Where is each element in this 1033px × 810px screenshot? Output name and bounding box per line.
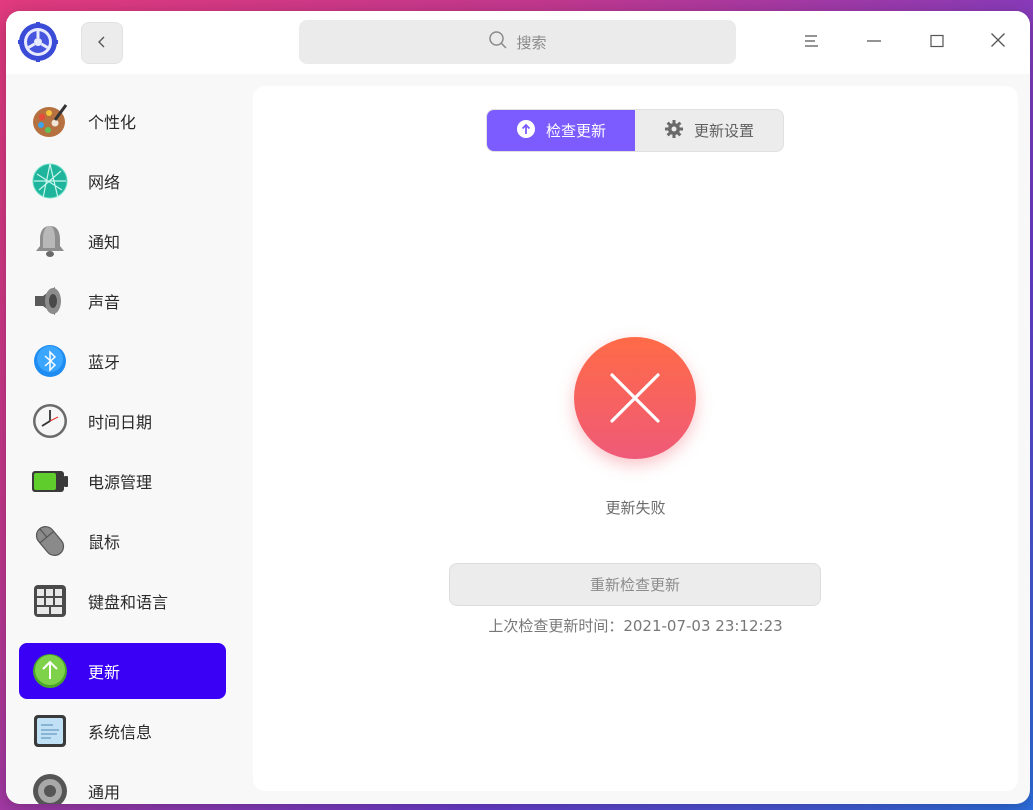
last-check-time: 上次检查更新时间：2021-07-03 23:12:23 — [488, 617, 783, 635]
sidebar-item-mouse[interactable]: 鼠标 — [19, 513, 226, 569]
sidebar-item-sound[interactable]: 声音 — [19, 273, 226, 329]
sidebar-item-label: 通知 — [88, 233, 121, 252]
chevron-left-icon — [95, 34, 109, 53]
system-info-icon — [31, 712, 69, 750]
update-failed-icon — [574, 337, 696, 459]
upload-arrow-icon — [516, 119, 536, 143]
sidebar-item-system-info[interactable]: 系统信息 — [19, 703, 226, 759]
close-icon — [990, 32, 1006, 52]
sidebar-item-keyboard[interactable]: 键盘和语言 — [19, 573, 226, 629]
bluetooth-icon — [31, 342, 69, 380]
sidebar-item-update[interactable]: 更新 — [19, 643, 226, 699]
sidebar-item-label: 网络 — [88, 173, 121, 192]
sidebar-item-datetime[interactable]: 时间日期 — [19, 393, 226, 449]
update-status-text: 更新失败 — [605, 499, 666, 517]
sidebar-item-label: 电源管理 — [88, 473, 153, 492]
maximize-button[interactable] — [922, 27, 952, 57]
search-icon — [488, 30, 508, 54]
general-gear-icon — [31, 772, 69, 804]
sidebar-item-label: 更新 — [88, 663, 121, 682]
network-icon — [31, 162, 69, 200]
sidebar-item-label: 鼠标 — [88, 533, 121, 552]
recheck-update-button[interactable]: 重新检查更新 — [449, 563, 821, 606]
sidebar-item-bluetooth[interactable]: 蓝牙 — [19, 333, 226, 389]
sidebar-item-notification[interactable]: 通知 — [19, 213, 226, 269]
personalization-icon — [31, 102, 69, 140]
search-input[interactable]: 搜索 — [299, 20, 736, 64]
update-arrow-icon — [31, 652, 69, 690]
control-center-logo-icon — [18, 22, 58, 62]
sidebar-item-network[interactable]: 网络 — [19, 153, 226, 209]
speaker-icon — [31, 282, 69, 320]
sidebar-item-personalization[interactable]: 个性化 — [19, 93, 226, 149]
mouse-icon — [31, 522, 69, 560]
update-tabs: 检查更新 更新设置 — [486, 109, 784, 152]
clock-icon — [31, 402, 69, 440]
titlebar: 搜索 — [6, 11, 1030, 74]
search-placeholder: 搜索 — [516, 33, 547, 52]
tab-check-update[interactable]: 检查更新 — [487, 110, 635, 151]
sidebar-item-label: 时间日期 — [88, 413, 153, 432]
menu-button[interactable] — [797, 27, 827, 57]
control-center-window: 搜索 个性化 网络 通知 声音 蓝牙 时间日期 电源管理 鼠标 键盘和语言 更新… — [6, 11, 1030, 804]
update-panel: 检查更新 更新设置 更新失败 重新检查更新 上次检查更新时间：2021-07-0… — [253, 86, 1018, 791]
notification-bell-icon — [31, 222, 69, 260]
sidebar-item-label: 通用 — [88, 783, 121, 802]
minimize-button[interactable] — [859, 27, 889, 57]
keyboard-icon — [31, 582, 69, 620]
sidebar-item-power[interactable]: 电源管理 — [19, 453, 226, 509]
gear-icon — [664, 119, 684, 143]
sidebar-item-label: 个性化 — [88, 113, 137, 132]
battery-icon — [31, 462, 69, 500]
menu-icon — [804, 33, 820, 52]
minimize-icon — [866, 33, 882, 52]
sidebar-item-label: 声音 — [88, 293, 121, 312]
close-button[interactable] — [983, 27, 1013, 57]
sidebar-item-general[interactable]: 通用 — [19, 763, 226, 804]
sidebar-item-label: 系统信息 — [88, 723, 153, 742]
maximize-icon — [929, 33, 945, 52]
back-button[interactable] — [81, 22, 123, 64]
tab-label: 更新设置 — [693, 122, 754, 140]
tab-update-settings[interactable]: 更新设置 — [635, 110, 783, 151]
sidebar: 个性化 网络 通知 声音 蓝牙 时间日期 电源管理 鼠标 键盘和语言 更新 系统… — [6, 74, 240, 804]
sidebar-item-label: 键盘和语言 — [88, 593, 169, 612]
tab-label: 检查更新 — [545, 122, 606, 140]
sidebar-item-label: 蓝牙 — [88, 353, 121, 372]
